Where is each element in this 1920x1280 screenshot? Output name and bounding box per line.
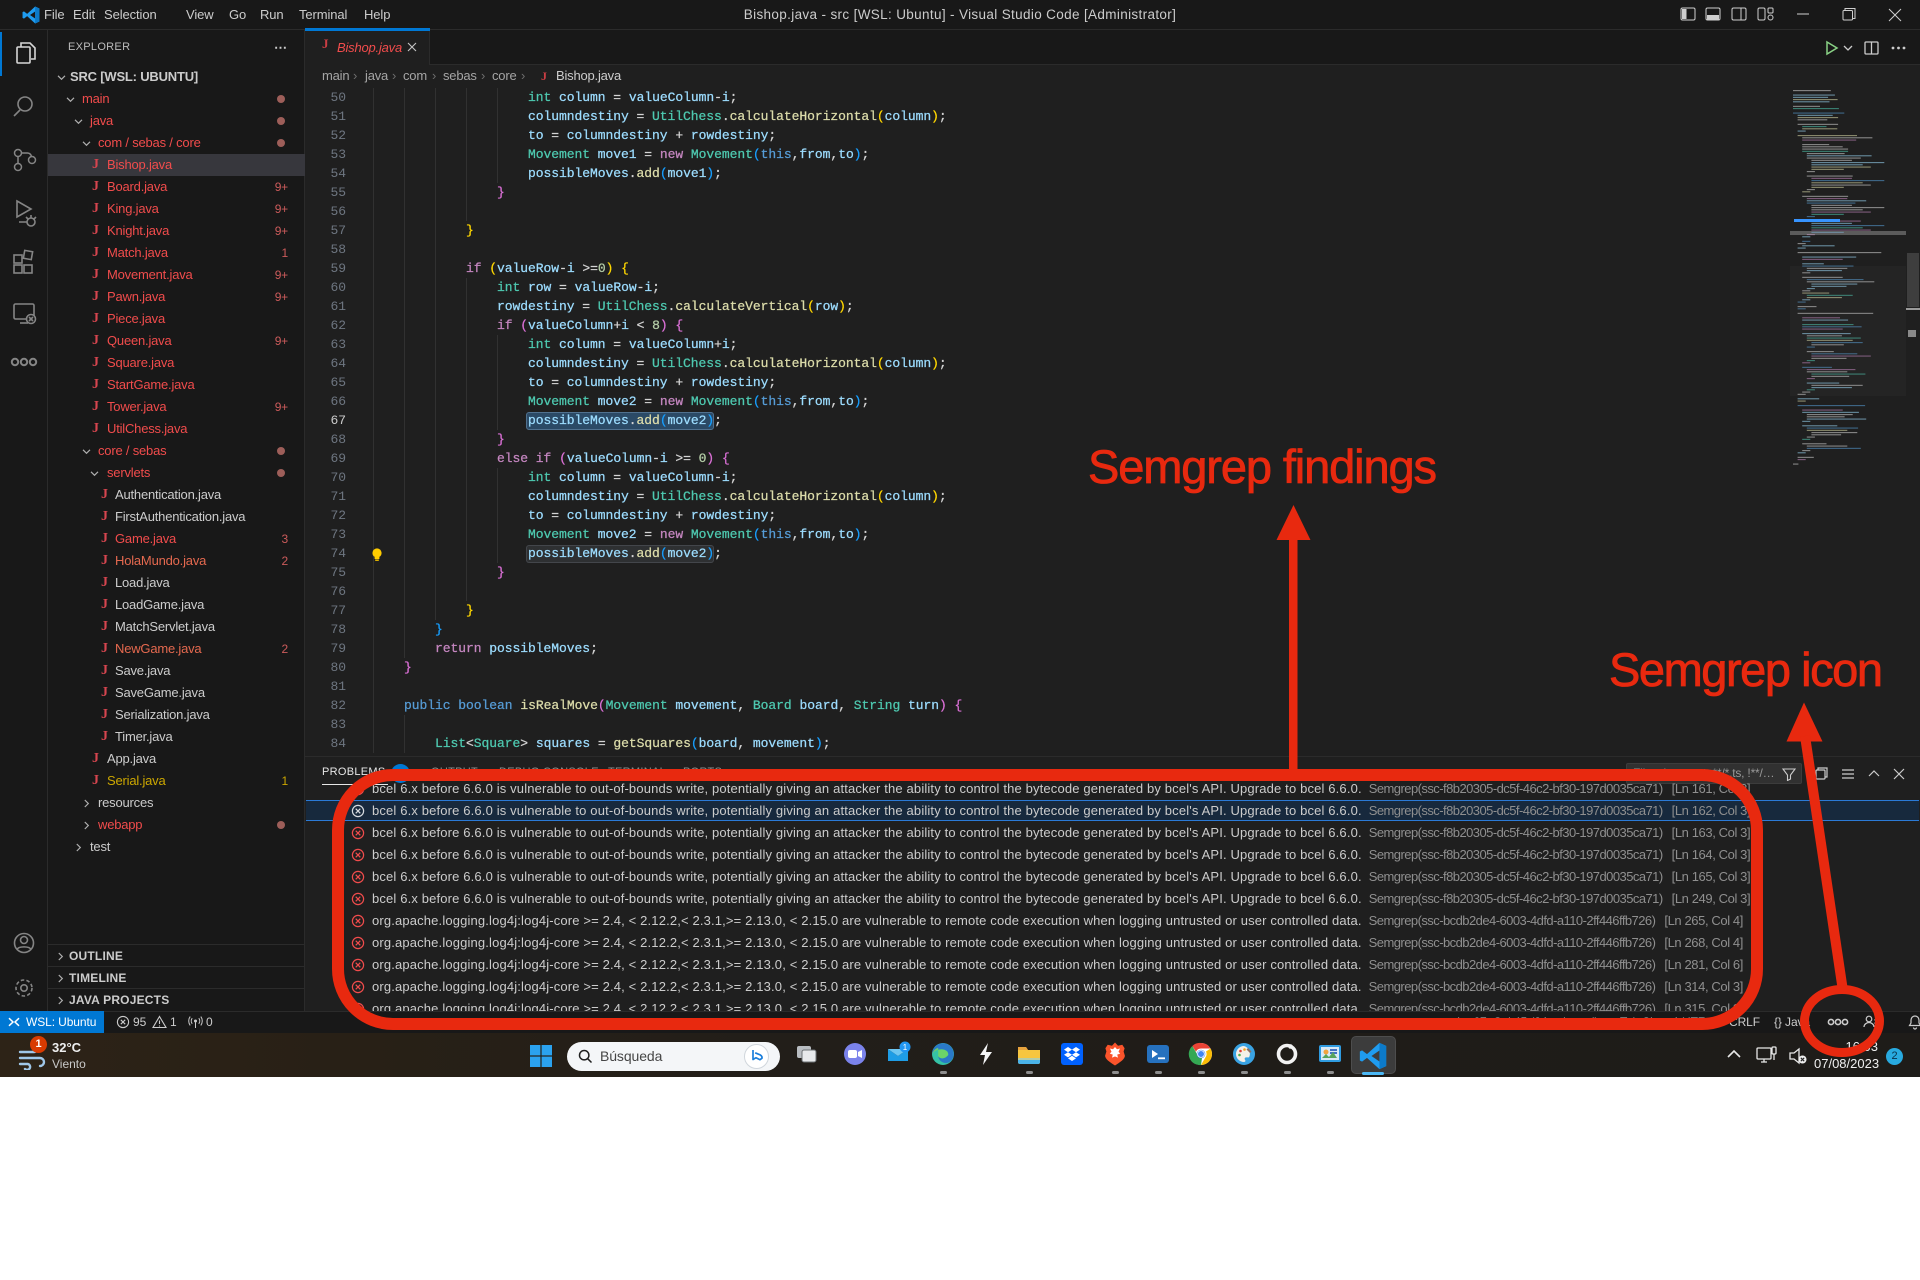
svg-text:Semgrep findings: Semgrep findings — [1088, 440, 1437, 493]
svg-text:Semgrep icon: Semgrep icon — [1609, 643, 1883, 696]
